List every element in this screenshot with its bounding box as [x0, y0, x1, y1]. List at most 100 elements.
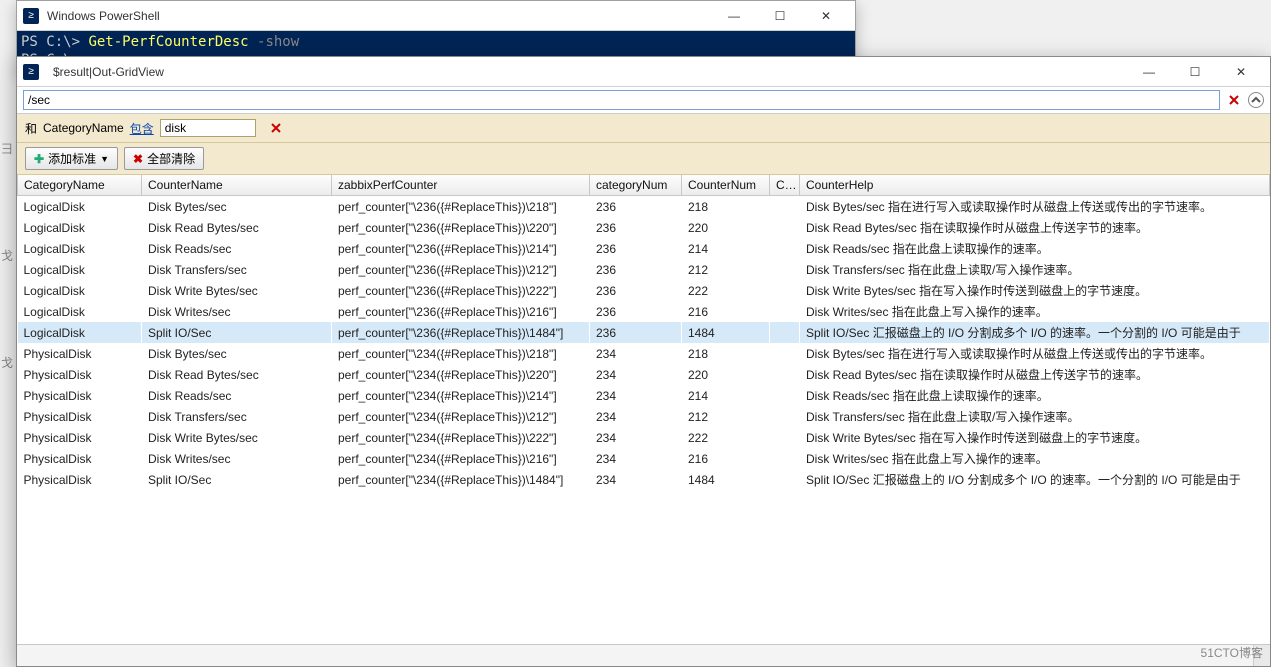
table-row[interactable]: PhysicalDiskDisk Transfers/secperf_count…	[18, 406, 1270, 427]
cell-cat: LogicalDisk	[18, 322, 142, 343]
cell-cnt: Disk Write Bytes/sec	[142, 427, 332, 448]
column-header[interactable]: CategoryName	[18, 175, 142, 196]
cell-cat: PhysicalDisk	[18, 385, 142, 406]
column-header[interactable]: C...	[770, 175, 800, 196]
cell-cn: 1484	[682, 469, 770, 490]
powershell-icon: ≥	[23, 8, 39, 24]
cell-c	[770, 385, 800, 406]
cell-cat: PhysicalDisk	[18, 448, 142, 469]
cell-cat: PhysicalDisk	[18, 427, 142, 448]
cell-cnt: Disk Reads/sec	[142, 385, 332, 406]
cell-help: Split IO/Sec 汇报磁盘上的 I/O 分割成多个 I/O 的速率。一个…	[800, 322, 1270, 343]
cell-cat: PhysicalDisk	[18, 364, 142, 385]
cell-cnt: Split IO/Sec	[142, 322, 332, 343]
cell-cn: 1484	[682, 322, 770, 343]
cell-c	[770, 196, 800, 218]
column-header[interactable]: CounterHelp	[800, 175, 1270, 196]
column-header[interactable]: CounterNum	[682, 175, 770, 196]
cell-catn: 236	[590, 217, 682, 238]
criteria-operator-link[interactable]: 包含	[130, 120, 154, 137]
cell-cat: LogicalDisk	[18, 259, 142, 280]
cell-help: Disk Transfers/sec 指在此盘上读取/写入操作速率。	[800, 406, 1270, 427]
dropdown-caret-icon: ▼	[100, 154, 109, 164]
cell-cnt: Disk Read Bytes/sec	[142, 364, 332, 385]
cell-catn: 236	[590, 301, 682, 322]
table-row[interactable]: PhysicalDiskDisk Write Bytes/secperf_cou…	[18, 427, 1270, 448]
cell-c	[770, 343, 800, 364]
clear-all-label: 全部清除	[147, 150, 195, 167]
filter-input[interactable]	[23, 90, 1220, 110]
cell-cn: 220	[682, 217, 770, 238]
criteria-toolbar: ✚ 添加标准 ▼ ✖ 全部清除	[17, 143, 1270, 175]
cell-cn: 212	[682, 259, 770, 280]
table-row[interactable]: PhysicalDiskDisk Bytes/secperf_counter["…	[18, 343, 1270, 364]
table-row[interactable]: LogicalDiskDisk Transfers/secperf_counte…	[18, 259, 1270, 280]
maximize-button[interactable]: ☐	[757, 1, 803, 31]
cell-catn: 234	[590, 385, 682, 406]
table-row[interactable]: LogicalDiskDisk Writes/secperf_counter["…	[18, 301, 1270, 322]
table-row[interactable]: LogicalDiskSplit IO/Secperf_counter["\23…	[18, 322, 1270, 343]
plus-icon: ✚	[34, 152, 44, 166]
cell-help: Disk Reads/sec 指在此盘上读取操作的速率。	[800, 385, 1270, 406]
cell-help: Disk Read Bytes/sec 指在读取操作时从磁盘上传送字节的速率。	[800, 217, 1270, 238]
table-row[interactable]: LogicalDiskDisk Reads/secperf_counter["\…	[18, 238, 1270, 259]
gridview-title: $result|Out-GridView	[53, 65, 1126, 79]
cell-catn: 234	[590, 343, 682, 364]
cell-zbx: perf_counter["\234({#ReplaceThis})\216"]	[332, 448, 590, 469]
cell-catn: 236	[590, 322, 682, 343]
cell-cat: PhysicalDisk	[18, 469, 142, 490]
table-row[interactable]: LogicalDiskDisk Bytes/secperf_counter["\…	[18, 196, 1270, 218]
minimize-button[interactable]: —	[1126, 57, 1172, 87]
maximize-button[interactable]: ☐	[1172, 57, 1218, 87]
close-button[interactable]: ✕	[1218, 57, 1264, 87]
cell-cnt: Split IO/Sec	[142, 469, 332, 490]
cell-c	[770, 301, 800, 322]
cell-help: Disk Write Bytes/sec 指在写入操作时传送到磁盘上的字节速度。	[800, 427, 1270, 448]
cell-cat: PhysicalDisk	[18, 406, 142, 427]
column-header[interactable]: zabbixPerfCounter	[332, 175, 590, 196]
cell-c	[770, 448, 800, 469]
powershell-icon: ≥	[23, 64, 39, 80]
results-table: CategoryNameCounterNamezabbixPerfCounter…	[17, 175, 1270, 490]
add-criteria-button[interactable]: ✚ 添加标准 ▼	[25, 147, 118, 170]
criteria-value-input[interactable]	[160, 119, 256, 137]
cell-cnt: Disk Transfers/sec	[142, 259, 332, 280]
clear-all-button[interactable]: ✖ 全部清除	[124, 147, 204, 170]
column-header[interactable]: CounterName	[142, 175, 332, 196]
cell-cn: 214	[682, 238, 770, 259]
cell-catn: 236	[590, 196, 682, 218]
cell-help: Disk Bytes/sec 指在进行写入或读取操作时从磁盘上传送或传出的字节速…	[800, 196, 1270, 218]
cell-catn: 234	[590, 406, 682, 427]
table-row[interactable]: LogicalDiskDisk Write Bytes/secperf_coun…	[18, 280, 1270, 301]
table-row[interactable]: LogicalDiskDisk Read Bytes/secperf_count…	[18, 217, 1270, 238]
minimize-button[interactable]: —	[711, 1, 757, 31]
table-row[interactable]: PhysicalDiskDisk Read Bytes/secperf_coun…	[18, 364, 1270, 385]
cell-c	[770, 364, 800, 385]
cell-cnt: Disk Bytes/sec	[142, 343, 332, 364]
gridview-titlebar[interactable]: ≥ $result|Out-GridView — ☐ ✕	[17, 57, 1270, 87]
remove-criteria-icon[interactable]	[266, 118, 286, 138]
cell-cn: 218	[682, 196, 770, 218]
cell-cn: 220	[682, 364, 770, 385]
table-row[interactable]: PhysicalDiskDisk Reads/secperf_counter["…	[18, 385, 1270, 406]
table-row[interactable]: PhysicalDiskDisk Writes/secperf_counter[…	[18, 448, 1270, 469]
cell-cn: 214	[682, 385, 770, 406]
column-header[interactable]: categoryNum	[590, 175, 682, 196]
cell-zbx: perf_counter["\234({#ReplaceThis})\212"]	[332, 406, 590, 427]
cell-cnt: Disk Writes/sec	[142, 301, 332, 322]
x-icon: ✖	[133, 152, 143, 166]
powershell-titlebar[interactable]: ≥ Windows PowerShell — ☐ ✕	[17, 1, 855, 31]
filter-bar	[17, 87, 1270, 114]
criteria-field: CategoryName	[43, 121, 124, 135]
cell-c	[770, 238, 800, 259]
cell-cnt: Disk Read Bytes/sec	[142, 217, 332, 238]
cell-zbx: perf_counter["\236({#ReplaceThis})\218"]	[332, 196, 590, 218]
cell-cnt: Disk Write Bytes/sec	[142, 280, 332, 301]
collapse-filter-icon[interactable]	[1248, 92, 1264, 108]
cell-zbx: perf_counter["\234({#ReplaceThis})\1484"…	[332, 469, 590, 490]
clear-filter-icon[interactable]	[1224, 90, 1244, 110]
cell-cat: LogicalDisk	[18, 238, 142, 259]
close-button[interactable]: ✕	[803, 1, 849, 31]
table-row[interactable]: PhysicalDiskSplit IO/Secperf_counter["\2…	[18, 469, 1270, 490]
grid-scroll-area[interactable]: CategoryNameCounterNamezabbixPerfCounter…	[17, 175, 1270, 644]
